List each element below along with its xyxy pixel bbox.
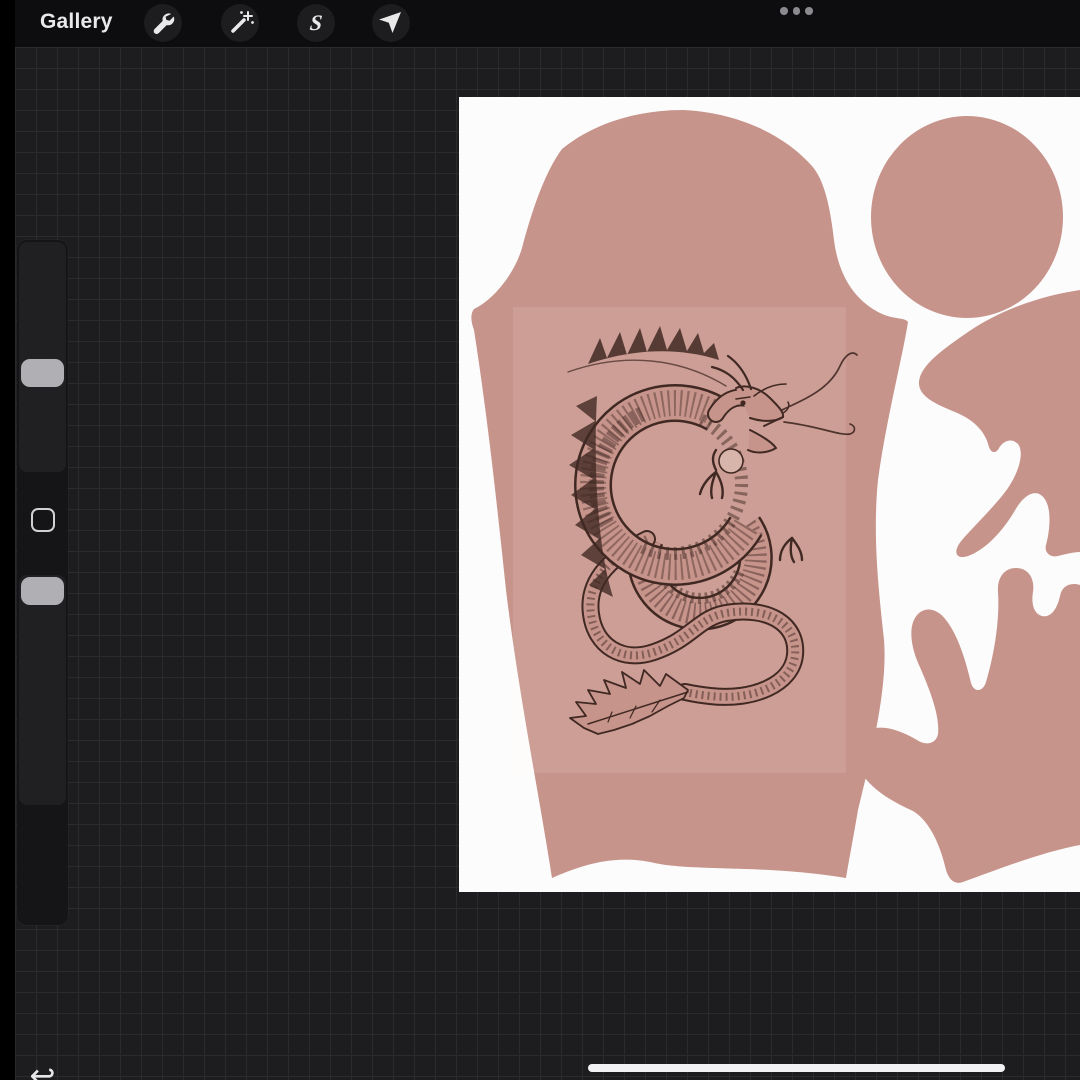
dragon-leaf-tail (570, 670, 688, 734)
top-toolbar: Gallery S (0, 0, 1080, 47)
rounded-square-icon (31, 508, 55, 532)
selection-s-icon: S (309, 12, 324, 34)
app-screen: Gallery S (0, 0, 1080, 1080)
selection-button[interactable]: S (297, 4, 335, 42)
adjustments-button[interactable] (221, 4, 259, 42)
undo-button[interactable]: ↩ (17, 1060, 68, 1080)
transform-button[interactable] (372, 4, 410, 42)
hand-shape (854, 568, 1080, 883)
undo-arrow-icon: ↩ (30, 1058, 56, 1080)
brush-size-handle[interactable] (21, 359, 64, 387)
multitask-ellipsis-icon[interactable] (780, 7, 813, 15)
home-indicator-bar[interactable] (588, 1064, 1005, 1072)
opacity-handle[interactable] (21, 577, 64, 605)
opacity-slider[interactable] (19, 575, 66, 805)
dragon-pearl (719, 449, 743, 473)
actions-button[interactable] (144, 4, 182, 42)
dragon-tattoo-lineart (540, 300, 860, 740)
wrench-icon (144, 4, 182, 42)
modify-button[interactable] (30, 507, 55, 532)
magic-wand-icon (221, 4, 259, 42)
sidebar-tools: ↩ ↪ (17, 240, 68, 925)
fingers-shape (919, 290, 1080, 557)
transform-arrow-icon (372, 4, 410, 42)
gallery-button[interactable]: Gallery (40, 10, 113, 34)
circle-swatch-shape (871, 116, 1063, 318)
drawing-canvas[interactable] (459, 97, 1080, 892)
brush-size-slider[interactable] (19, 242, 66, 472)
dragon-mane-spikes (588, 326, 719, 364)
screen-left-letterbox (0, 0, 15, 1080)
